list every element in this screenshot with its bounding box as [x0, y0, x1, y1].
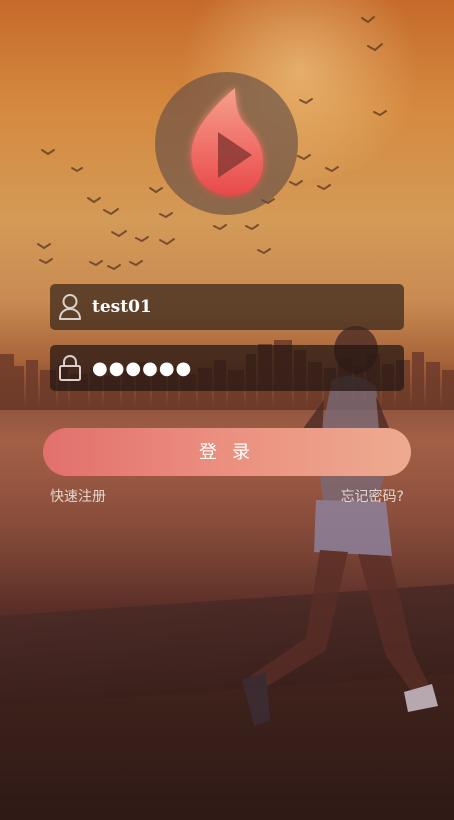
register-link[interactable]: 快速注册: [50, 486, 106, 506]
password-field[interactable]: ●●●●●●: [50, 345, 404, 391]
app-logo: [155, 72, 298, 215]
login-button[interactable]: 登 录: [43, 428, 411, 476]
user-icon: [58, 293, 82, 321]
username-field[interactable]: test01: [50, 284, 404, 330]
username-value[interactable]: test01: [92, 297, 152, 317]
flame-play-logo-icon: [191, 88, 263, 196]
password-value[interactable]: ●●●●●●: [92, 358, 192, 379]
forgot-password-link[interactable]: 忘记密码?: [341, 486, 404, 506]
lock-icon: [58, 354, 82, 382]
